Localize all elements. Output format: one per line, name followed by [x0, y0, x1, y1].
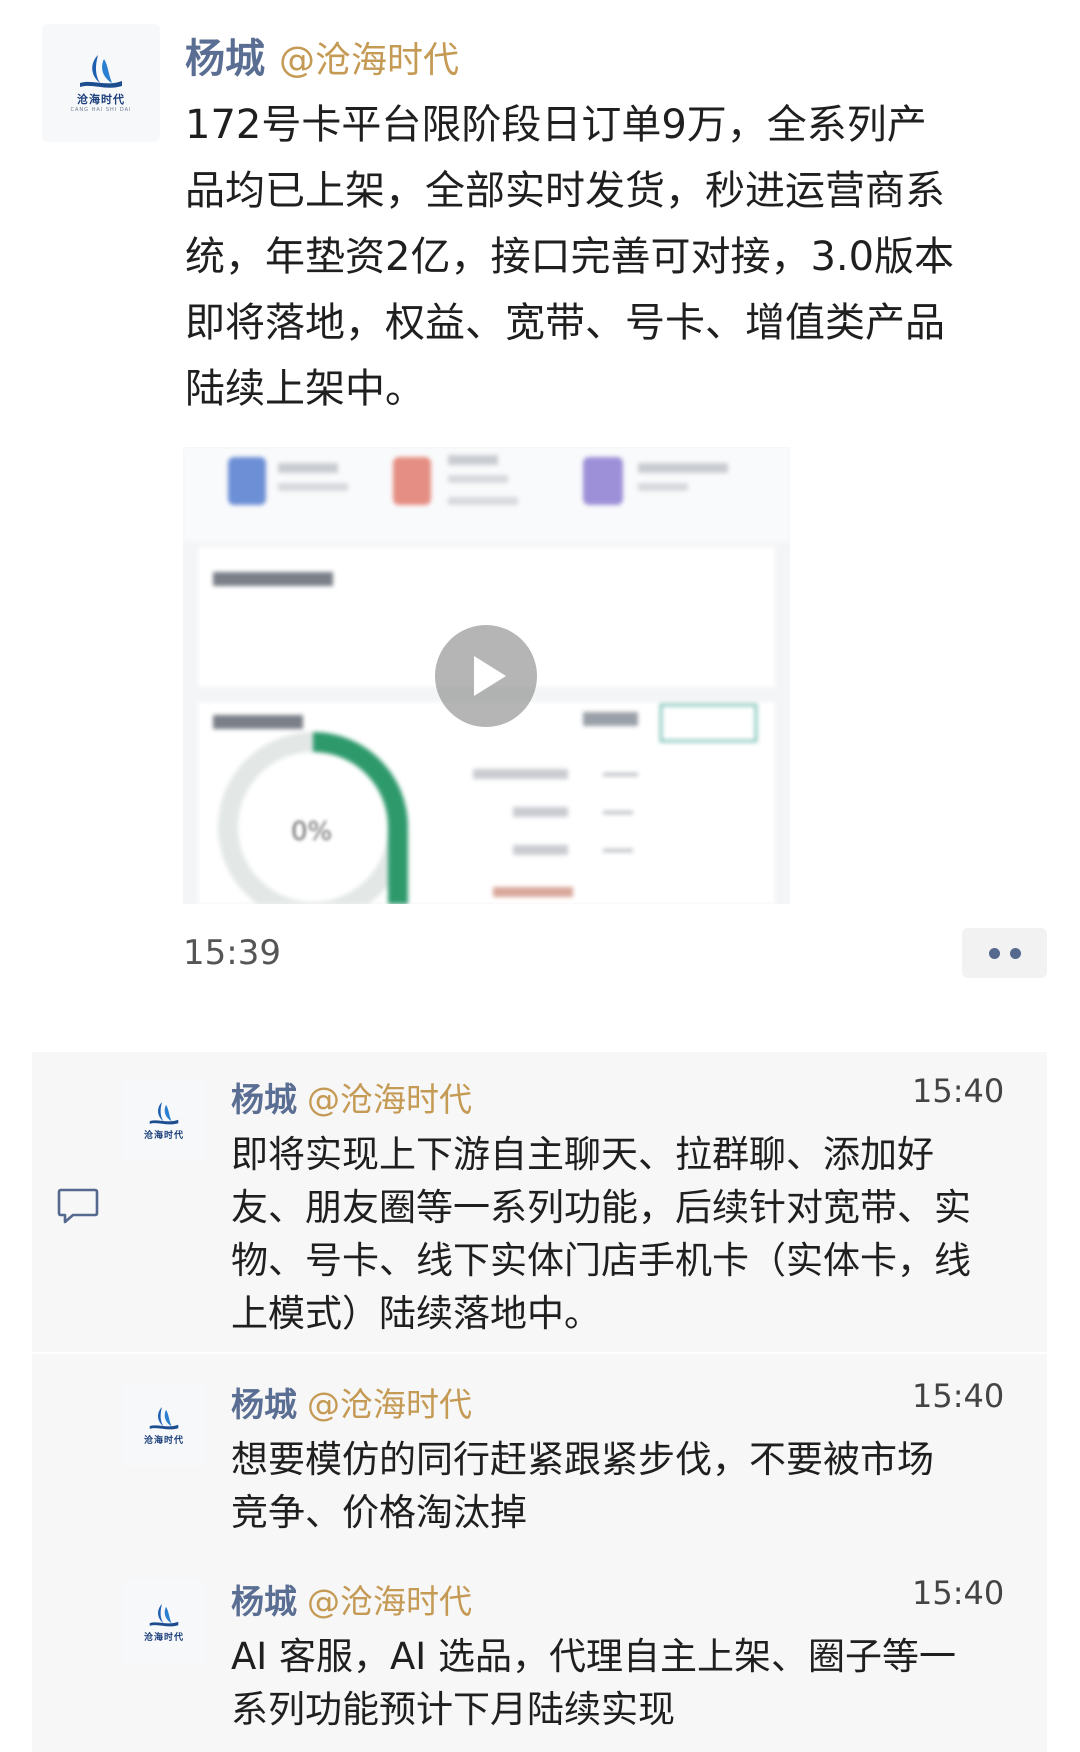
post-text-line: 172号卡平台限阶段日订单9万，全系列产 [185, 102, 927, 148]
comment-text-line: 竞争、价格淘汰掉 [231, 1491, 527, 1534]
comment-time: 15:40 [912, 1574, 1005, 1612]
post-author-name[interactable]: 杨城 [185, 26, 265, 84]
sail-logo-icon [149, 1101, 179, 1124]
comment-header: 杨城 @沧海时代 [231, 1575, 472, 1623]
post-time: 15:39 [183, 933, 281, 973]
post-text-line: 统，年垫资2亿，接口完善可对接，3.0版本 [185, 234, 955, 280]
comment-text-line: 系列功能预计下月陆续实现 [231, 1688, 675, 1731]
comment-text: 即将实现上下游自主聊天、拉群聊、添加好 友、朋友圈等一系列功能，后续针对宽带、实… [231, 1128, 1031, 1340]
play-button[interactable] [435, 625, 537, 727]
sail-logo-icon [149, 1603, 179, 1626]
comment-text-line: 上模式）陆续落地中。 [231, 1292, 601, 1335]
comment-bubble-icon [57, 1188, 99, 1224]
comment-text-line: AI 客服，AI 选品，代理自主上架、圈子等一 [231, 1635, 956, 1678]
post-text-line: 品均已上架，全部实时发货，秒进运营商系 [185, 168, 945, 214]
comment-time: 15:40 [912, 1072, 1005, 1110]
more-dots-icon [988, 947, 1000, 959]
post-text-line: 陆续上架中。 [185, 366, 425, 412]
comment-text: AI 客服，AI 选品，代理自主上架、圈子等一 系列功能预计下月陆续实现 [231, 1630, 1031, 1736]
post-header: 杨城 @沧海时代 [185, 26, 459, 82]
post-text-line: 即将落地，权益、宽带、号卡、增值类产品 [185, 300, 945, 346]
comment-text-line: 想要模仿的同行赶紧跟紧步伐，不要被市场 [231, 1438, 934, 1481]
logo-text: 沧海时代 [77, 93, 125, 106]
comment-text-line: 即将实现上下游自主聊天、拉群聊、添加好 [231, 1133, 934, 1176]
comment-text: 想要模仿的同行赶紧跟紧步伐，不要被市场 竞争、价格淘汰掉 [231, 1433, 1031, 1539]
logo-text: 沧海时代 [143, 1130, 184, 1141]
post-avatar[interactable]: 沧海时代 CANG HAI SHI DAI [42, 24, 160, 142]
comment-avatar[interactable]: 沧海时代 [122, 1078, 206, 1162]
comment-author-handle[interactable]: @沧海时代 [307, 1378, 472, 1426]
more-button[interactable] [962, 928, 1047, 978]
more-dots-icon [1009, 947, 1021, 959]
post-text: 172号卡平台限阶段日订单9万，全系列产 品均已上架，全部实时发货，秒进运营商系… [185, 92, 1045, 422]
logo-subtext: CANG HAI SHI DAI [70, 107, 132, 113]
comment-avatar[interactable]: 沧海时代 [122, 1580, 206, 1664]
logo-text: 沧海时代 [143, 1435, 184, 1446]
play-icon [474, 656, 506, 696]
comment-time: 15:40 [912, 1377, 1005, 1415]
comment-divider [32, 1352, 1047, 1354]
sail-logo-icon [149, 1406, 179, 1429]
post-author-handle[interactable]: @沧海时代 [279, 31, 459, 83]
comment-header: 杨城 @沧海时代 [231, 1073, 472, 1121]
comment-author-name[interactable]: 杨城 [231, 1575, 297, 1623]
comment-author-name[interactable]: 杨城 [231, 1073, 297, 1121]
comment-author-handle[interactable]: @沧海时代 [307, 1575, 472, 1623]
comment-text-line: 物、号卡、线下实体门店手机卡（实体卡，线 [231, 1239, 971, 1282]
comment-author-name[interactable]: 杨城 [231, 1378, 297, 1426]
donut-percent-label: 0% [291, 817, 333, 847]
sail-logo-icon [80, 55, 122, 88]
comment-avatar[interactable]: 沧海时代 [122, 1383, 206, 1467]
comment-header: 杨城 @沧海时代 [231, 1378, 472, 1426]
logo-text: 沧海时代 [143, 1632, 184, 1643]
comment-author-handle[interactable]: @沧海时代 [307, 1073, 472, 1121]
comment-text-line: 友、朋友圈等一系列功能，后续针对宽带、实 [231, 1186, 971, 1229]
